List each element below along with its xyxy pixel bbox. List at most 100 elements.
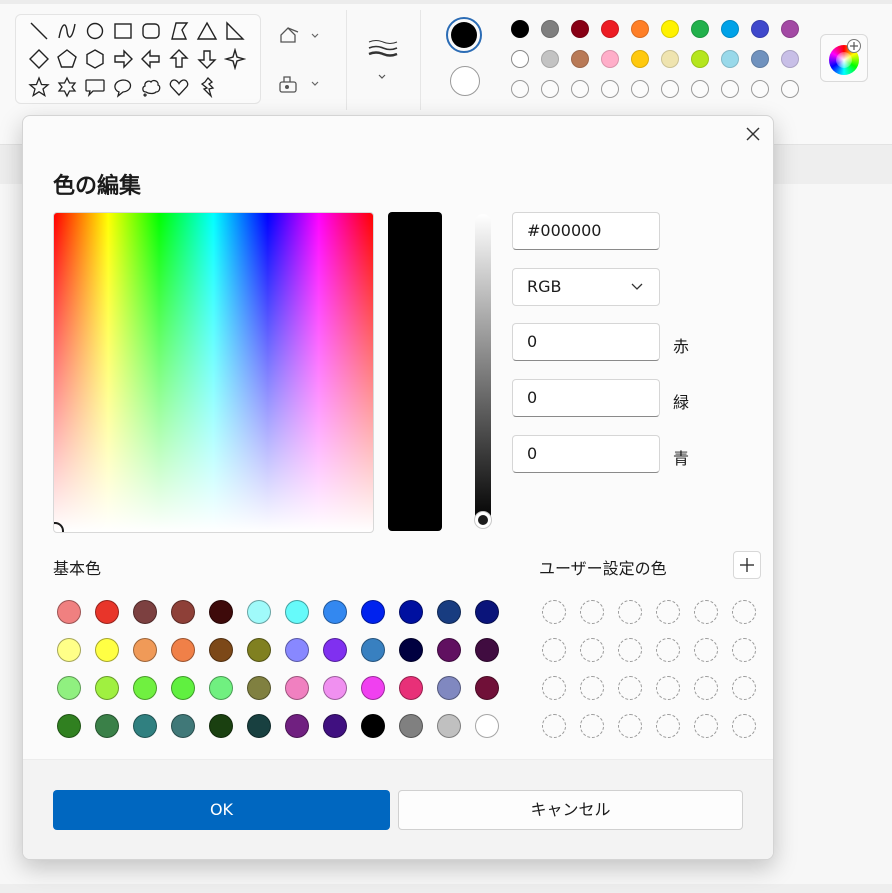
cancel-button[interactable]: キャンセル [398, 790, 743, 830]
triangle-shape-icon[interactable] [196, 20, 218, 42]
basic-color-swatch[interactable] [95, 638, 119, 662]
palette-empty-slot[interactable] [691, 80, 709, 98]
basic-color-swatch[interactable] [209, 714, 233, 738]
palette-color-swatch[interactable] [571, 50, 589, 68]
basic-color-swatch[interactable] [171, 638, 195, 662]
custom-color-slot[interactable] [732, 714, 756, 738]
basic-color-swatch[interactable] [95, 714, 119, 738]
basic-color-swatch[interactable] [171, 676, 195, 700]
palette-color-swatch[interactable] [601, 50, 619, 68]
basic-color-swatch[interactable] [437, 600, 461, 624]
basic-color-swatch[interactable] [209, 638, 233, 662]
custom-color-slot[interactable] [542, 676, 566, 700]
custom-color-slot[interactable] [656, 676, 680, 700]
palette-color-swatch[interactable] [571, 20, 589, 38]
palette-color-swatch[interactable] [781, 50, 799, 68]
close-button[interactable] [743, 124, 763, 144]
shape-fill-button[interactable] [278, 74, 324, 98]
palette-color-swatch[interactable] [751, 20, 769, 38]
palette-color-swatch[interactable] [601, 20, 619, 38]
hexagon-shape-icon[interactable] [84, 48, 106, 70]
palette-empty-slot[interactable] [511, 80, 529, 98]
palette-color-swatch[interactable] [781, 20, 799, 38]
value-slider-track[interactable] [475, 214, 491, 524]
custom-color-slot[interactable] [580, 676, 604, 700]
six-point-star-shape-icon[interactable] [56, 76, 78, 98]
basic-color-swatch[interactable] [247, 714, 271, 738]
basic-color-swatch[interactable] [475, 638, 499, 662]
basic-color-swatch[interactable] [475, 600, 499, 624]
palette-color-swatch[interactable] [511, 50, 529, 68]
basic-color-swatch[interactable] [95, 676, 119, 700]
palette-empty-slot[interactable] [631, 80, 649, 98]
basic-color-swatch[interactable] [361, 600, 385, 624]
primary-color-selector[interactable] [446, 17, 482, 53]
basic-color-swatch[interactable] [57, 638, 81, 662]
green-input[interactable]: 0 [512, 379, 660, 417]
custom-color-slot[interactable] [694, 676, 718, 700]
basic-color-swatch[interactable] [57, 600, 81, 624]
color-spectrum[interactable] [53, 212, 374, 533]
palette-color-swatch[interactable] [691, 20, 709, 38]
rectangle-shape-icon[interactable] [112, 20, 134, 42]
basic-color-swatch[interactable] [133, 600, 157, 624]
custom-color-slot[interactable] [618, 638, 642, 662]
basic-color-swatch[interactable] [437, 676, 461, 700]
basic-color-swatch[interactable] [437, 714, 461, 738]
curve-shape-icon[interactable] [56, 20, 78, 42]
custom-color-slot[interactable] [580, 600, 604, 624]
custom-color-slot[interactable] [542, 638, 566, 662]
oval-shape-icon[interactable] [84, 20, 106, 42]
basic-color-swatch[interactable] [323, 714, 347, 738]
palette-color-swatch[interactable] [721, 20, 739, 38]
basic-color-swatch[interactable] [57, 676, 81, 700]
custom-color-slot[interactable] [694, 638, 718, 662]
right-arrow-shape-icon[interactable] [112, 48, 134, 70]
color-mode-dropdown[interactable]: RGB [512, 268, 660, 306]
size-button[interactable] [366, 38, 402, 88]
custom-color-slot[interactable] [618, 600, 642, 624]
basic-color-swatch[interactable] [95, 600, 119, 624]
custom-color-slot[interactable] [732, 638, 756, 662]
up-arrow-shape-icon[interactable] [168, 48, 190, 70]
secondary-color-selector[interactable] [450, 66, 480, 96]
palette-color-swatch[interactable] [691, 50, 709, 68]
basic-color-swatch[interactable] [437, 638, 461, 662]
down-arrow-shape-icon[interactable] [196, 48, 218, 70]
palette-color-swatch[interactable] [541, 50, 559, 68]
basic-color-swatch[interactable] [57, 714, 81, 738]
basic-color-swatch[interactable] [323, 676, 347, 700]
oval-callout-shape-icon[interactable] [112, 76, 134, 98]
palette-color-swatch[interactable] [661, 50, 679, 68]
custom-color-slot[interactable] [618, 676, 642, 700]
basic-color-swatch[interactable] [133, 638, 157, 662]
diamond-shape-icon[interactable] [28, 48, 50, 70]
custom-color-slot[interactable] [542, 600, 566, 624]
custom-color-slot[interactable] [694, 600, 718, 624]
palette-empty-slot[interactable] [781, 80, 799, 98]
custom-color-slot[interactable] [618, 714, 642, 738]
shape-outline-button[interactable] [278, 26, 324, 50]
basic-color-swatch[interactable] [209, 600, 233, 624]
basic-color-swatch[interactable] [285, 638, 309, 662]
palette-color-swatch[interactable] [751, 50, 769, 68]
basic-color-swatch[interactable] [285, 600, 309, 624]
basic-color-swatch[interactable] [171, 714, 195, 738]
basic-color-swatch[interactable] [361, 676, 385, 700]
cloud-callout-shape-icon[interactable] [140, 76, 162, 98]
value-slider-thumb[interactable] [475, 512, 491, 528]
palette-empty-slot[interactable] [751, 80, 769, 98]
basic-color-swatch[interactable] [323, 638, 347, 662]
basic-color-swatch[interactable] [285, 676, 309, 700]
lightning-shape-icon[interactable] [196, 76, 218, 98]
palette-color-swatch[interactable] [631, 50, 649, 68]
line-shape-icon[interactable] [28, 20, 50, 42]
basic-color-swatch[interactable] [361, 714, 385, 738]
basic-color-swatch[interactable] [285, 714, 309, 738]
red-input[interactable]: 0 [512, 323, 660, 361]
custom-color-slot[interactable] [656, 714, 680, 738]
five-point-star-shape-icon[interactable] [28, 76, 50, 98]
basic-color-swatch[interactable] [361, 638, 385, 662]
four-point-star-shape-icon[interactable] [224, 48, 246, 70]
custom-color-slot[interactable] [580, 638, 604, 662]
